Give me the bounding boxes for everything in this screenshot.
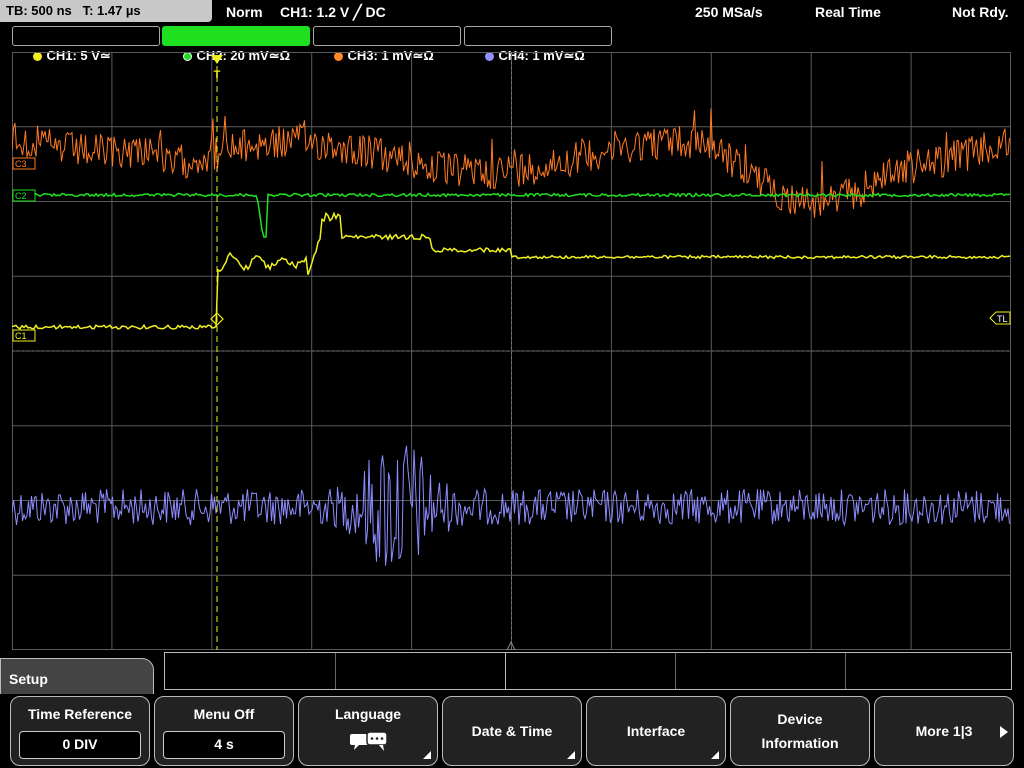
ch1-marker-label: C1 bbox=[15, 331, 27, 341]
interface-label: Interface bbox=[626, 723, 686, 739]
waveform-display[interactable]: T C3 C2 C1 TL bbox=[12, 52, 1011, 650]
trigger-state: Not Rdy. bbox=[952, 4, 1009, 20]
more-button[interactable]: More 1|3 bbox=[874, 696, 1014, 766]
device-information-label: Device Information bbox=[761, 711, 839, 751]
date-time-label: Date & Time bbox=[471, 723, 553, 739]
date-time-button[interactable]: Date & Time bbox=[442, 696, 582, 766]
graticule bbox=[12, 52, 1011, 650]
channel-ch3-tab[interactable]: CH3: 1 mV≃Ω bbox=[313, 26, 461, 63]
device-information-button[interactable]: Device Information bbox=[730, 696, 870, 766]
interface-button[interactable]: Interface bbox=[586, 696, 726, 766]
channel-ch1-tab[interactable]: CH1: 5 V≃ bbox=[12, 26, 160, 63]
ch3-offset-marker[interactable]: C3 bbox=[12, 157, 36, 170]
submenu-indicator-icon bbox=[423, 751, 431, 759]
menu-off-button[interactable]: Menu Off 4 s bbox=[154, 696, 294, 766]
trigger-readout[interactable]: CH1: 1.2 V ╱ DC bbox=[280, 4, 386, 21]
time-reference-value[interactable]: 0 DIV bbox=[19, 731, 141, 759]
time-reference-button[interactable]: Time Reference 0 DIV bbox=[10, 696, 150, 766]
submenu-indicator-icon bbox=[711, 751, 719, 759]
acquisition-mode: Real Time bbox=[815, 4, 881, 20]
trigger-position-marker[interactable] bbox=[211, 55, 223, 64]
ch4-waveform bbox=[12, 445, 1010, 566]
menu-off-value[interactable]: 4 s bbox=[163, 731, 285, 759]
divider bbox=[335, 653, 336, 689]
trigger-mode[interactable]: Norm bbox=[226, 4, 263, 20]
menu-info-area bbox=[164, 652, 1012, 690]
channel-bar: CH1: 5 V≃ CH2: 20 mV≃Ω CH3: 1 mV≃Ω CH4: … bbox=[0, 26, 1024, 63]
channel-ch2-tab[interactable]: CH2: 20 mV≃Ω bbox=[162, 26, 310, 63]
more-label: More 1|3 bbox=[915, 723, 973, 739]
ch3-marker-label: C3 bbox=[15, 159, 27, 169]
softkey-bar: Time Reference 0 DIV Menu Off 4 s Langua… bbox=[0, 694, 1024, 768]
divider bbox=[675, 653, 676, 689]
time-reference-label: Time Reference bbox=[27, 706, 132, 722]
ch2-marker-label: C2 bbox=[15, 191, 27, 201]
timebase-readout[interactable]: TB: 500 ns T: 1.47 µs bbox=[0, 0, 212, 22]
trigger-position-label: T bbox=[214, 69, 221, 81]
channel-ch4-tab[interactable]: CH4: 1 mV≃Ω bbox=[464, 26, 612, 63]
status-bar: TB: 500 ns T: 1.47 µs Norm CH1: 1.2 V ╱ … bbox=[0, 0, 1024, 24]
language-label: Language bbox=[334, 706, 402, 722]
ch2-offset-marker[interactable]: C2 bbox=[12, 189, 36, 202]
divider bbox=[505, 653, 506, 689]
language-button[interactable]: Language bbox=[298, 696, 438, 766]
arrow-right-icon bbox=[1000, 726, 1008, 738]
submenu-indicator-icon bbox=[567, 751, 575, 759]
trigger-level-marker[interactable]: TL bbox=[989, 311, 1011, 325]
trigger-level-label: TL bbox=[997, 314, 1008, 324]
speech-bubbles-icon bbox=[350, 731, 388, 751]
ch1-offset-marker[interactable]: C1 bbox=[12, 329, 36, 342]
menu-off-label: Menu Off bbox=[193, 706, 255, 722]
sample-rate: 250 MSa/s bbox=[695, 4, 763, 20]
divider bbox=[845, 653, 846, 689]
